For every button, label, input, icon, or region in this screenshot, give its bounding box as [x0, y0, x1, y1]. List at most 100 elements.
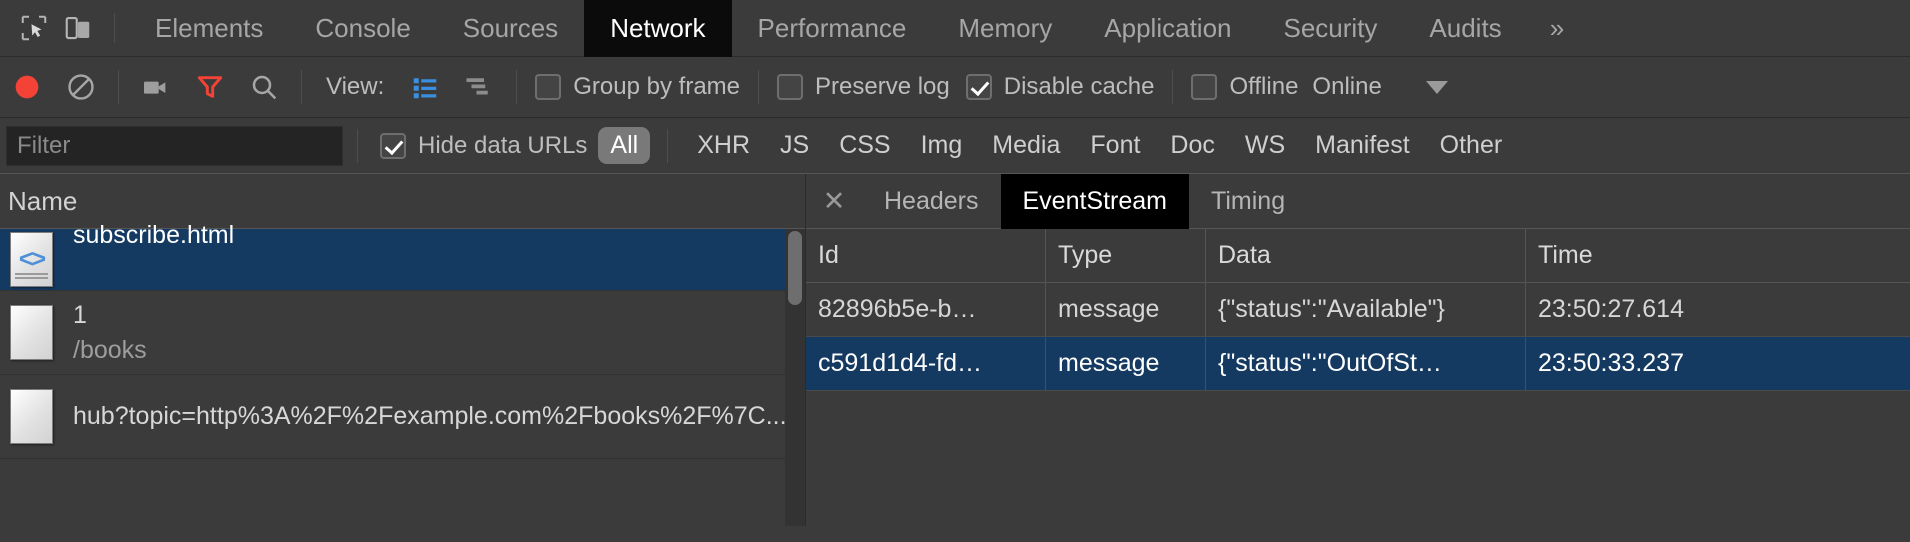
- request-name: hub?topic=http%3A%2F%2Fexample.com%2Fboo…: [73, 402, 787, 431]
- request-path: /books: [73, 336, 147, 365]
- row-text-block: hub?topic=http%3A%2F%2Fexample.com%2Fboo…: [73, 402, 787, 431]
- request-name: 1: [73, 301, 147, 330]
- tab-eventstream[interactable]: EventStream: [1001, 174, 1190, 229]
- toolbar-divider-2: [301, 70, 302, 104]
- view-label: View:: [326, 73, 384, 101]
- request-details-pane: ✕ Headers EventStream Timing Id Type Dat…: [806, 174, 1910, 526]
- hide-data-urls-label: Hide data URLs: [418, 132, 587, 160]
- toolbar-divider-4: [758, 70, 759, 104]
- filter-chip-manifest[interactable]: Manifest: [1303, 127, 1421, 164]
- close-icon[interactable]: ✕: [812, 179, 856, 223]
- tab-sources[interactable]: Sources: [437, 0, 584, 57]
- tab-console[interactable]: Console: [289, 0, 436, 57]
- hide-data-urls-box[interactable]: [380, 133, 406, 159]
- group-by-frame-label: Group by frame: [573, 73, 740, 101]
- waterfall-view-icon[interactable]: [452, 60, 506, 114]
- filter-chip-other[interactable]: Other: [1428, 127, 1515, 164]
- panel-tabs: Elements Console Sources Network Perform…: [129, 0, 1528, 56]
- event-time: 23:50:27.614: [1526, 283, 1910, 336]
- group-by-frame-checkbox[interactable]: Group by frame: [527, 73, 748, 101]
- document-icon: [10, 305, 53, 360]
- table-row[interactable]: c591d1d4-fd… message {"status":"OutOfSt……: [806, 337, 1910, 391]
- preserve-log-label: Preserve log: [815, 73, 950, 101]
- scrollbar-thumb[interactable]: [788, 231, 802, 305]
- preserve-log-checkbox[interactable]: Preserve log: [769, 73, 958, 101]
- tab-security[interactable]: Security: [1258, 0, 1404, 57]
- event-data: {"status":"OutOfSt…: [1206, 337, 1526, 390]
- tab-elements[interactable]: Elements: [129, 0, 289, 57]
- filterbar-divider-2: [667, 129, 668, 163]
- chevron-down-icon[interactable]: [1426, 81, 1448, 94]
- more-tabs-icon[interactable]: »: [1528, 0, 1586, 57]
- offline-box[interactable]: [1191, 74, 1217, 100]
- column-header-data[interactable]: Data: [1206, 229, 1526, 282]
- disable-cache-box[interactable]: [966, 74, 992, 100]
- column-header-name[interactable]: Name: [8, 186, 77, 217]
- filter-chip-font[interactable]: Font: [1078, 127, 1152, 164]
- details-tab-bar: ✕ Headers EventStream Timing: [806, 174, 1910, 229]
- event-type: message: [1046, 337, 1206, 390]
- tab-performance[interactable]: Performance: [732, 0, 933, 57]
- eventstream-header-row: Id Type Data Time: [806, 229, 1910, 283]
- requests-pane: Name <> subscribe.html 1 /books: [0, 174, 806, 526]
- offline-checkbox[interactable]: Offline: [1183, 73, 1306, 101]
- eventstream-table: Id Type Data Time 82896b5e-b… message {"…: [806, 229, 1910, 526]
- disable-cache-label: Disable cache: [1004, 73, 1155, 101]
- filter-input[interactable]: [6, 126, 343, 166]
- filter-chip-media[interactable]: Media: [980, 127, 1072, 164]
- event-id: 82896b5e-b…: [806, 283, 1046, 336]
- tab-network[interactable]: Network: [584, 0, 731, 57]
- tab-application[interactable]: Application: [1078, 0, 1257, 57]
- filterbar-divider-1: [357, 129, 358, 163]
- filter-chip-img[interactable]: Img: [909, 127, 975, 164]
- row-text-block: subscribe.html: [73, 221, 234, 250]
- disable-cache-checkbox[interactable]: Disable cache: [958, 73, 1163, 101]
- event-time: 23:50:33.237: [1526, 337, 1910, 390]
- tab-timing[interactable]: Timing: [1189, 174, 1307, 229]
- tab-audits[interactable]: Audits: [1403, 0, 1527, 57]
- tab-headers[interactable]: Headers: [862, 174, 1001, 229]
- request-name: subscribe.html: [73, 221, 234, 250]
- hide-data-urls-checkbox[interactable]: Hide data URLs: [372, 132, 595, 160]
- column-header-id[interactable]: Id: [806, 229, 1046, 282]
- table-row[interactable]: 1 /books: [0, 291, 805, 375]
- filter-chip-xhr[interactable]: XHR: [685, 127, 762, 164]
- toolbar-divider-5: [1172, 70, 1173, 104]
- inspect-element-icon[interactable]: [12, 6, 56, 50]
- search-icon[interactable]: [237, 60, 291, 114]
- table-row[interactable]: 82896b5e-b… message {"status":"Available…: [806, 283, 1910, 337]
- event-id: c591d1d4-fd…: [806, 337, 1046, 390]
- event-type: message: [1046, 283, 1206, 336]
- document-icon: [10, 389, 53, 444]
- table-row[interactable]: hub?topic=http%3A%2F%2Fexample.com%2Fboo…: [0, 375, 805, 459]
- device-toolbar-icon[interactable]: [56, 6, 100, 50]
- requests-scrollbar[interactable]: [785, 229, 805, 526]
- group-by-frame-box[interactable]: [535, 74, 561, 100]
- toolbar-divider-1: [118, 70, 119, 104]
- filter-chip-js[interactable]: JS: [768, 127, 821, 164]
- offline-label: Offline: [1229, 73, 1298, 101]
- table-row[interactable]: <> subscribe.html: [0, 229, 805, 291]
- network-control-toolbar: View: Group by frame Preserve log Disabl…: [0, 57, 1910, 118]
- preserve-log-box[interactable]: [777, 74, 803, 100]
- camera-icon[interactable]: [129, 60, 183, 114]
- column-header-time[interactable]: Time: [1526, 229, 1910, 282]
- throttling-select[interactable]: Online: [1312, 73, 1381, 101]
- row-text-block: 1 /books: [73, 301, 147, 365]
- clear-icon[interactable]: [54, 60, 108, 114]
- tabbar-divider: [114, 13, 115, 43]
- filter-chip-css[interactable]: CSS: [827, 127, 902, 164]
- tab-memory[interactable]: Memory: [932, 0, 1078, 57]
- filter-chip-all[interactable]: All: [598, 127, 650, 164]
- toolbar-divider-3: [516, 70, 517, 104]
- filter-funnel-icon[interactable]: [183, 60, 237, 114]
- record-button-icon[interactable]: [0, 60, 54, 114]
- network-panel-body: Name <> subscribe.html 1 /books: [0, 174, 1910, 526]
- filter-chip-doc[interactable]: Doc: [1158, 127, 1226, 164]
- filter-chip-ws[interactable]: WS: [1233, 127, 1297, 164]
- doc-icon-lines: [15, 273, 48, 281]
- column-header-type[interactable]: Type: [1046, 229, 1206, 282]
- list-view-icon[interactable]: [398, 60, 452, 114]
- requests-list: <> subscribe.html 1 /books: [0, 229, 805, 459]
- resource-type-filters: All XHR JS CSS Img Media Font Doc WS Man…: [595, 127, 1517, 164]
